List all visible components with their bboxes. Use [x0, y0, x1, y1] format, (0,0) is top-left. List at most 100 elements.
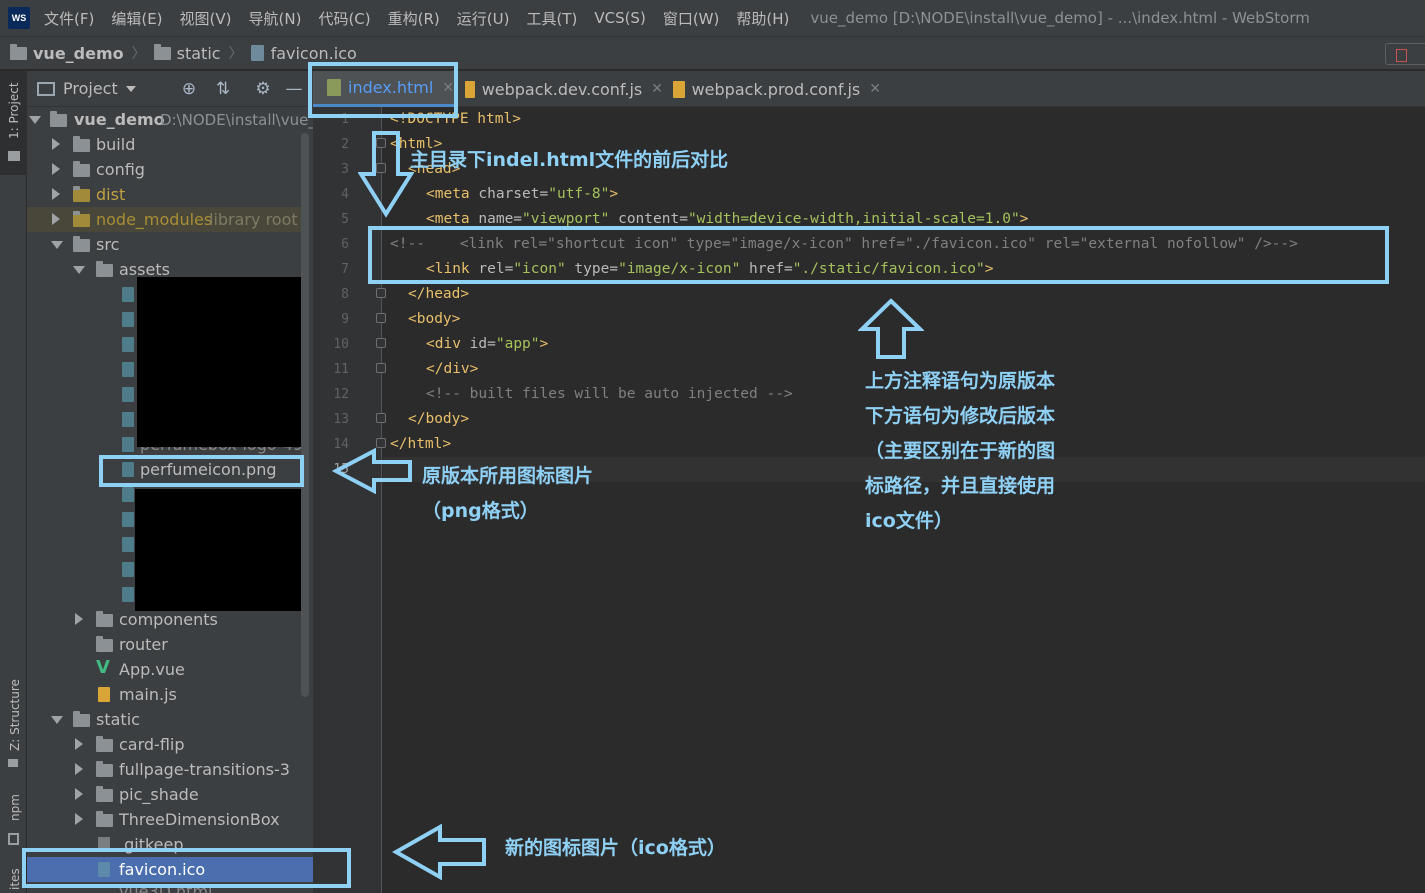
- fold-marker-icon[interactable]: [376, 413, 386, 423]
- js-file-icon: [465, 80, 475, 98]
- breadcrumb-static[interactable]: static: [153, 43, 221, 63]
- folder-icon: [50, 111, 67, 127]
- tree-item-fullpage-transitions[interactable]: fullpage-transitions-3: [27, 757, 303, 782]
- gear-icon[interactable]: ⚙: [254, 80, 272, 98]
- code-line-4[interactable]: <meta charset="utf-8">: [426, 182, 618, 207]
- tool-tab-structure[interactable]: Z: Structure: [0, 671, 27, 781]
- fold-marker-icon[interactable]: [376, 288, 386, 298]
- collapse-all-icon[interactable]: ⇅: [214, 80, 232, 98]
- tree-item-config[interactable]: config: [27, 157, 303, 182]
- image-file-icon: [122, 587, 134, 602]
- image-file-icon: [122, 562, 134, 577]
- tree-item-dist[interactable]: dist: [27, 182, 303, 207]
- code-line-9[interactable]: <body>: [408, 307, 460, 332]
- menu-help[interactable]: 帮助(H): [736, 8, 789, 29]
- editor-gutter: 1 2 3 4 5 6 7 8 9 10 11 12 13 14 15: [313, 107, 386, 893]
- line-number: 2: [341, 137, 349, 152]
- menu-window[interactable]: 窗口(W): [663, 8, 720, 29]
- close-icon[interactable]: ✕: [651, 81, 663, 97]
- fold-marker-icon[interactable]: [376, 363, 386, 373]
- tree-item-router[interactable]: router: [27, 632, 303, 657]
- collapsed-arrow-icon[interactable]: [52, 138, 60, 150]
- code-line-11[interactable]: </div>: [426, 357, 478, 382]
- folder-icon: [96, 736, 113, 752]
- collapsed-arrow-icon[interactable]: [75, 613, 83, 625]
- menu-view[interactable]: 视图(V): [180, 8, 232, 29]
- tree-item-build[interactable]: build: [27, 132, 303, 157]
- run-config-widget[interactable]: [1385, 43, 1425, 65]
- annotation-compare-note-4: 标路径，并且直接使用: [865, 475, 1056, 497]
- editor-tab-bar: index.html ✕ webpack.dev.conf.js ✕ webpa…: [313, 71, 1425, 107]
- fold-marker-icon[interactable]: [376, 438, 386, 448]
- menu-tools[interactable]: 工具(T): [526, 8, 577, 29]
- fold-marker-icon[interactable]: [376, 313, 386, 323]
- folder-icon: [8, 151, 20, 161]
- tree-item-components[interactable]: components: [27, 607, 303, 632]
- menu-run[interactable]: 运行(U): [457, 8, 510, 29]
- close-icon[interactable]: ✕: [869, 81, 881, 97]
- menu-edit[interactable]: 编辑(E): [111, 8, 162, 29]
- folder-icon: [96, 636, 113, 652]
- locate-target-icon[interactable]: ⊕: [180, 80, 198, 98]
- breadcrumb-file[interactable]: favicon.ico: [250, 44, 357, 63]
- tree-item-card-flip[interactable]: card-flip: [27, 732, 303, 757]
- annotation-top-note: 主目录下indel.html文件的前后对比: [410, 149, 729, 171]
- image-file-icon: [122, 337, 134, 352]
- annotation-compare-note-3: （主要区别在于新的图: [865, 440, 1056, 462]
- scrollbar[interactable]: [301, 133, 309, 697]
- tool-tab-npm[interactable]: npm: [0, 793, 27, 853]
- tab-webpack-dev-conf[interactable]: webpack.dev.conf.js ✕: [463, 71, 663, 107]
- code-line-13[interactable]: </body>: [408, 407, 469, 432]
- annotation-compare-note-1: 上方注释语句为原版本: [865, 370, 1056, 392]
- folder-icon: [10, 43, 27, 60]
- tree-item-src[interactable]: src: [27, 232, 303, 257]
- code-line-8[interactable]: </head>: [408, 282, 469, 307]
- collapsed-arrow-icon[interactable]: [52, 163, 60, 175]
- project-view-selector[interactable]: Project: [63, 79, 118, 98]
- collapsed-arrow-icon[interactable]: [75, 813, 83, 825]
- expanded-arrow-icon[interactable]: [51, 716, 63, 724]
- project-view-icon: [37, 81, 55, 96]
- menu-vcs[interactable]: VCS(S): [594, 9, 645, 27]
- window-title: vue_demo [D:\NODE\install\vue_demo] - ..…: [810, 9, 1310, 27]
- collapsed-arrow-icon[interactable]: [75, 738, 83, 750]
- expanded-arrow-icon[interactable]: [29, 116, 41, 124]
- image-file-icon: [122, 362, 134, 377]
- menu-file[interactable]: 文件(F): [44, 8, 94, 29]
- collapsed-arrow-icon[interactable]: [75, 763, 83, 775]
- chevron-down-icon[interactable]: [125, 85, 136, 92]
- tree-item-root[interactable]: vue_demo D:\NODE\install\vue_: [27, 107, 316, 132]
- collapsed-arrow-icon[interactable]: [52, 188, 60, 200]
- tree-item-pic-shade[interactable]: pic_shade: [27, 782, 303, 807]
- npm-icon: [8, 833, 19, 845]
- menu-refactor[interactable]: 重构(R): [388, 8, 440, 29]
- collapsed-arrow-icon[interactable]: [75, 788, 83, 800]
- fold-marker-icon[interactable]: [376, 338, 386, 348]
- breadcrumb: vue_demo 〉 static 〉 favicon.ico: [0, 36, 1425, 70]
- tree-item-node-modules[interactable]: node_modules library root: [27, 207, 303, 232]
- tree-item-app-vue[interactable]: V App.vue: [27, 657, 303, 682]
- collapsed-arrow-icon[interactable]: [52, 213, 60, 225]
- minimize-icon[interactable]: —: [285, 80, 303, 98]
- tree-item-static[interactable]: static: [27, 707, 303, 732]
- menu-navigate[interactable]: 导航(N): [249, 8, 302, 29]
- image-file-icon: [122, 287, 134, 302]
- expanded-arrow-icon[interactable]: [73, 266, 85, 274]
- line-number: 13: [333, 412, 349, 427]
- highlight-ico-box: [22, 848, 351, 888]
- menu-code[interactable]: 代码(C): [318, 8, 370, 29]
- tool-tab-project[interactable]: 1: Project: [0, 71, 27, 175]
- image-file-icon: [122, 537, 134, 552]
- tree-item-three-dimension-box[interactable]: ThreeDimensionBox: [27, 807, 303, 832]
- code-line-10[interactable]: <div id="app">: [426, 332, 548, 357]
- breadcrumb-project[interactable]: vue_demo: [10, 43, 124, 63]
- folder-icon: [96, 761, 113, 777]
- code-line-12[interactable]: <!-- built files will be auto injected -…: [426, 382, 793, 407]
- tree-item-main-js[interactable]: main.js: [27, 682, 303, 707]
- tab-webpack-prod-conf[interactable]: webpack.prod.conf.js ✕: [671, 71, 881, 107]
- folder-icon: [73, 711, 90, 727]
- expanded-arrow-icon[interactable]: [51, 241, 63, 249]
- folder-icon: [96, 786, 113, 802]
- line-number: 5: [341, 212, 349, 227]
- left-arrow-icon: [392, 824, 486, 880]
